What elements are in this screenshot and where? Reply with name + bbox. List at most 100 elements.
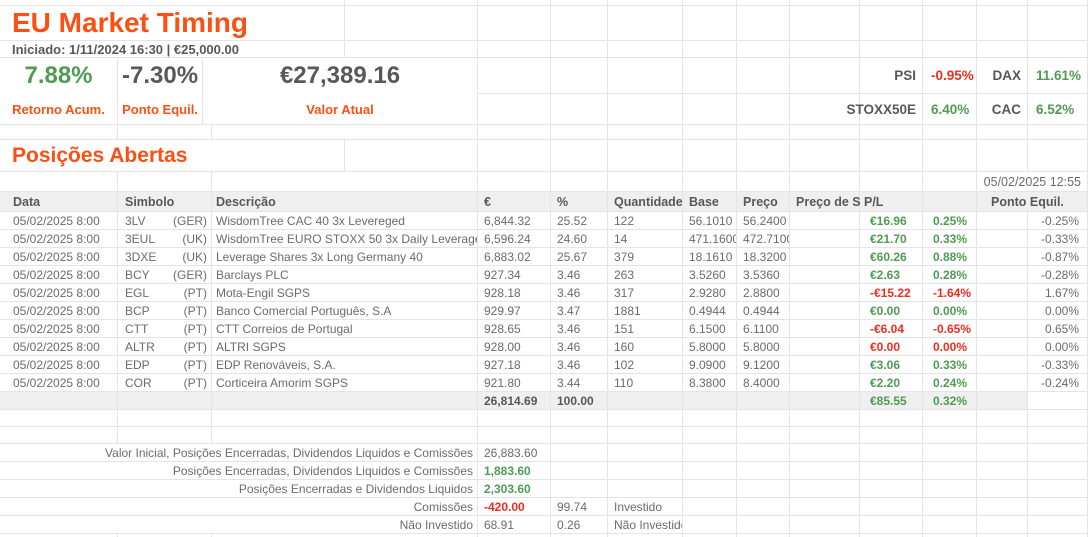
cell-quantity[interactable]: 379 (608, 248, 683, 266)
cell-breakeven[interactable]: -0.33% (1028, 356, 1088, 374)
cell-symbol[interactable]: ALTR (PT) (118, 338, 212, 356)
cell-pl-euro[interactable]: €21.70 (860, 230, 923, 248)
cell-symbol[interactable]: BCP (PT) (118, 302, 212, 320)
cell-pl-pct[interactable]: 0.33% (923, 230, 977, 248)
cell-breakeven[interactable]: -0.33% (1028, 230, 1088, 248)
cell-value-euro[interactable]: 6,596.24 (478, 230, 551, 248)
cell-description[interactable]: EDP Renováveis, S.A. (212, 356, 478, 374)
cell-pl-pct[interactable]: 0.33% (923, 356, 977, 374)
cell-pl-pct[interactable]: 0.24% (923, 374, 977, 392)
cell-value-euro[interactable]: 6,883.02 (478, 248, 551, 266)
summary-pct[interactable] (551, 480, 608, 498)
total-pl-pct[interactable]: 0.32% (923, 392, 977, 410)
summary-note[interactable] (608, 462, 683, 480)
cell-stop-price[interactable] (790, 302, 860, 320)
summary-value[interactable]: 2,303.60 (478, 480, 551, 498)
cell-weight-pct[interactable]: 3.46 (551, 284, 608, 302)
cell-base-price[interactable]: 2.9280 (683, 284, 737, 302)
cell-base-price[interactable]: 6.1500 (683, 320, 737, 338)
cell-symbol[interactable]: CTT (PT) (118, 320, 212, 338)
total-weight-pct[interactable]: 100.00 (551, 392, 608, 410)
summary-note[interactable]: Investido (608, 498, 683, 516)
cell-current-price[interactable]: 56.2400 (737, 212, 790, 230)
cell-value-euro[interactable]: 928.18 (478, 284, 551, 302)
cell-current-price[interactable]: 5.8000 (737, 338, 790, 356)
last-updated-timestamp[interactable]: 05/02/2025 12:55 (977, 172, 1088, 192)
cell-pl-pct[interactable]: 0.25% (923, 212, 977, 230)
total-pl-euro[interactable]: €85.55 (860, 392, 923, 410)
cell-current-price[interactable]: 472.7100 (737, 230, 790, 248)
cell-date[interactable]: 05/02/2025 8:00 (0, 266, 118, 284)
cell-pl-pct[interactable]: 0.00% (923, 338, 977, 356)
column-header-quantidade[interactable]: Quantidade (608, 192, 683, 212)
cell-date[interactable]: 05/02/2025 8:00 (0, 230, 118, 248)
cell-base-price[interactable]: 8.3800 (683, 374, 737, 392)
column-header-preco[interactable]: Preço (737, 192, 790, 212)
column-header-preco-stop[interactable]: Preço de Stop (790, 192, 860, 212)
stoxx-label[interactable]: STOXX50E (860, 94, 923, 125)
cell-description[interactable]: Mota-Engil SGPS (212, 284, 478, 302)
cell-symbol[interactable]: EDP (PT) (118, 356, 212, 374)
summary-pct[interactable]: 0.26 (551, 516, 608, 534)
cell-pl-euro[interactable]: €3.06 (860, 356, 923, 374)
cell-description[interactable]: ALTRI SGPS (212, 338, 478, 356)
cell-date[interactable]: 05/02/2025 8:00 (0, 356, 118, 374)
cell-weight-pct[interactable]: 3.46 (551, 338, 608, 356)
cell-breakeven[interactable]: 0.65% (1028, 320, 1088, 338)
cell-breakeven[interactable]: 0.00% (1028, 338, 1088, 356)
cell-base-price[interactable]: 56.1010 (683, 212, 737, 230)
cell-pl-euro[interactable]: €0.00 (860, 302, 923, 320)
cell-pl-euro[interactable]: €2.63 (860, 266, 923, 284)
cell-breakeven[interactable]: -0.25% (1028, 212, 1088, 230)
cell-current-price[interactable]: 8.4000 (737, 374, 790, 392)
cell-stop-price[interactable] (790, 320, 860, 338)
column-header-euro[interactable]: € (478, 192, 551, 212)
dax-label[interactable]: DAX (977, 58, 1028, 94)
cell-stop-price[interactable] (790, 356, 860, 374)
cell-base-price[interactable]: 471.1600 (683, 230, 737, 248)
cell-description[interactable]: WisdomTree EURO STOXX 50 3x Daily Levera… (212, 230, 478, 248)
current-value[interactable]: €27,389.16 (203, 58, 478, 94)
summary-label[interactable]: Comissões (0, 498, 478, 516)
cell-date[interactable]: 05/02/2025 8:00 (0, 248, 118, 266)
cell-value-euro[interactable]: 928.00 (478, 338, 551, 356)
cell-date[interactable]: 05/02/2025 8:00 (0, 338, 118, 356)
psi-label[interactable]: PSI (860, 58, 923, 94)
cell-pl-pct[interactable]: 0.88% (923, 248, 977, 266)
cell-pl-euro[interactable]: €60.26 (860, 248, 923, 266)
cell-breakeven[interactable]: 0.00% (1028, 302, 1088, 320)
cell-value-euro[interactable]: 929.97 (478, 302, 551, 320)
psi-value[interactable]: -0.95% (923, 58, 977, 94)
cell-current-price[interactable]: 0.4944 (737, 302, 790, 320)
cell-current-price[interactable]: 9.1200 (737, 356, 790, 374)
summary-label[interactable]: Posições Encerradas e Dividendos Liquido… (0, 480, 478, 498)
cell-description[interactable]: Corticeira Amorim SGPS (212, 374, 478, 392)
cell-symbol[interactable]: 3LV (GER) (118, 212, 212, 230)
cell-stop-price[interactable] (790, 230, 860, 248)
cell-quantity[interactable]: 317 (608, 284, 683, 302)
cac-label[interactable]: CAC (977, 94, 1028, 125)
cell-base-price[interactable]: 5.8000 (683, 338, 737, 356)
cell-pl-euro[interactable]: €0.00 (860, 338, 923, 356)
summary-pct[interactable] (551, 444, 608, 462)
cell-quantity[interactable]: 151 (608, 320, 683, 338)
summary-value[interactable]: -420.00 (478, 498, 551, 516)
cell-quantity[interactable]: 263 (608, 266, 683, 284)
column-header-descricao[interactable]: Descrição (212, 192, 478, 212)
summary-label[interactable]: Não Investido (0, 516, 478, 534)
column-header-ponto-equil[interactable]: Ponto Equil. (977, 192, 1088, 212)
column-header-pct[interactable]: % (551, 192, 608, 212)
cell-stop-price[interactable] (790, 338, 860, 356)
cell-value-euro[interactable]: 927.18 (478, 356, 551, 374)
cell-base-price[interactable]: 9.0900 (683, 356, 737, 374)
cell-breakeven[interactable]: -0.24% (1028, 374, 1088, 392)
summary-note[interactable] (608, 480, 683, 498)
cell-weight-pct[interactable]: 3.47 (551, 302, 608, 320)
cell-weight-pct[interactable]: 25.52 (551, 212, 608, 230)
cumulative-return-value[interactable]: 7.88% (0, 58, 118, 94)
cell-quantity[interactable]: 122 (608, 212, 683, 230)
cell-stop-price[interactable] (790, 284, 860, 302)
cell-date[interactable]: 05/02/2025 8:00 (0, 302, 118, 320)
cell-quantity[interactable]: 1881 (608, 302, 683, 320)
cell-quantity[interactable]: 102 (608, 356, 683, 374)
